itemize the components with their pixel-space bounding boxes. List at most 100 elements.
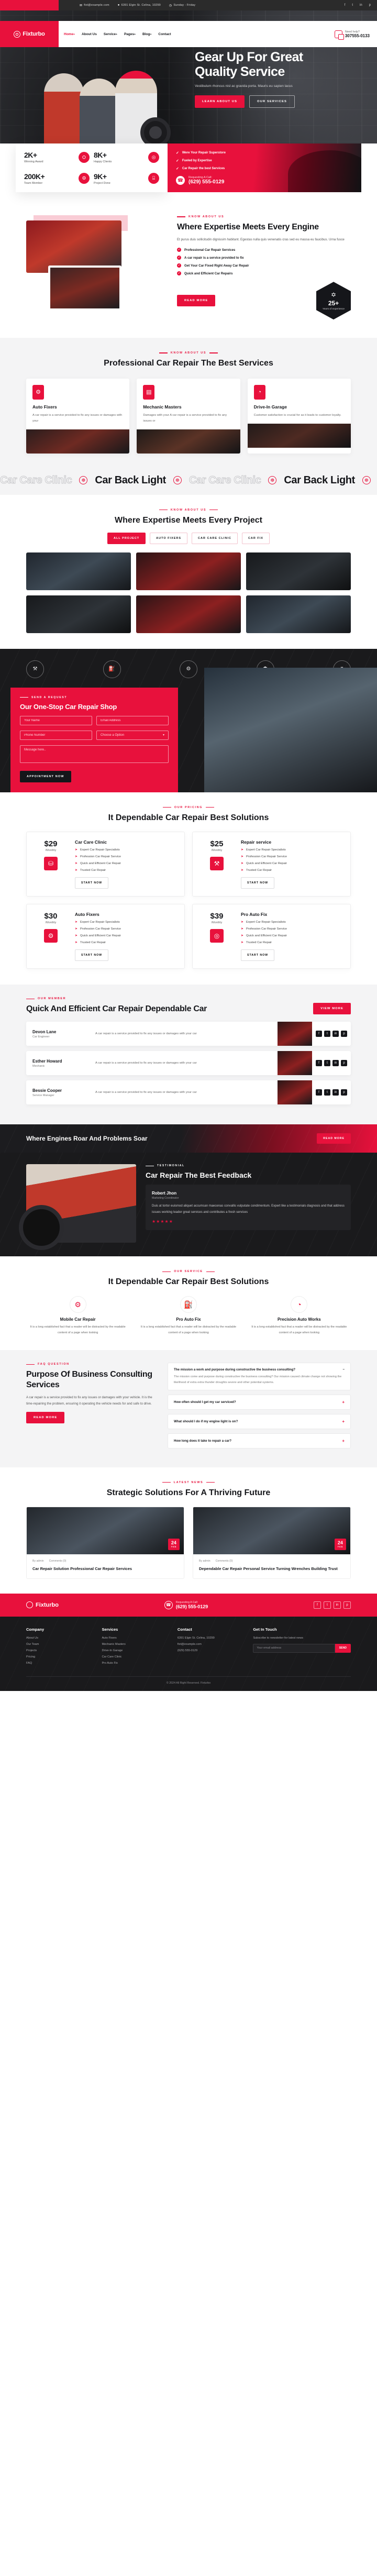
header-help[interactable]: Need help? 307555-0133 (334, 30, 370, 40)
nav-item-contact[interactable]: Contact (158, 32, 171, 36)
facebook-icon[interactable]: f (316, 1031, 322, 1037)
blog-meta: By admin Comments (0) (32, 1560, 178, 1563)
service-card[interactable]: ⚙ Auto Fixers A car repair is a service … (26, 378, 130, 454)
member-text: A car repair is a service provided to fi… (95, 1062, 197, 1065)
phone-input[interactable] (20, 730, 92, 740)
check-icon: ✓ (176, 159, 179, 163)
linkedin-icon[interactable]: in (332, 1089, 339, 1096)
footer-link[interactable]: FAQ (26, 1662, 91, 1665)
footer-link[interactable]: Pricing (26, 1655, 91, 1659)
linkedin-icon[interactable]: in (332, 1060, 339, 1067)
start-now-button[interactable]: START NOW (241, 949, 275, 961)
pinterest-icon[interactable]: p (369, 4, 371, 7)
linkedin-icon[interactable]: in (333, 1601, 341, 1609)
footer-logo[interactable]: Fixturbo (26, 1601, 59, 1609)
about-images (26, 215, 168, 320)
pinterest-icon[interactable]: p (341, 1089, 347, 1096)
newsletter-send-button[interactable]: SEND (335, 1643, 351, 1653)
blog-card[interactable]: 24 FEB By admin Comments (0) Dependable … (193, 1507, 351, 1579)
pinterest-icon[interactable]: p (343, 1601, 351, 1609)
nav-item-blog[interactable]: Blog+ (142, 32, 151, 36)
twitter-icon[interactable]: t (323, 1601, 331, 1609)
project-thumb[interactable] (246, 552, 351, 590)
project-thumb[interactable] (26, 552, 131, 590)
team-row[interactable]: Devon Lane Car Engineer A car repair is a… (26, 1022, 351, 1046)
main-nav: Home+ About Us Service+ Pages+ Blog+ Con… (64, 32, 171, 36)
footer-email[interactable]: fixt@example.com (178, 1643, 242, 1646)
message-textarea[interactable] (20, 745, 169, 763)
pricing-eyebrow-text: OUR PRICING (174, 805, 203, 809)
faq-item[interactable]: How long does it take to repair a car? + (168, 1433, 351, 1449)
view-more-button[interactable]: VIEW MORE (313, 1003, 351, 1015)
nav-item-pages[interactable]: Pages+ (124, 32, 136, 36)
topbar-email[interactable]: ✉ fixt@example.com (80, 4, 109, 7)
nav-item-home[interactable]: Home+ (64, 32, 75, 36)
solution-item[interactable]: ⛽ Pro Auto Fix It is a long established … (137, 1296, 240, 1335)
nav-item-about[interactable]: About Us (82, 32, 97, 36)
name-input[interactable] (20, 715, 92, 725)
linkedin-icon[interactable]: in (332, 1031, 339, 1037)
faq-item-open[interactable]: The mission a work and purpose during co… (168, 1363, 351, 1390)
option-select[interactable]: Choose a Option ▾ (96, 730, 169, 740)
nav-item-service[interactable]: Service+ (104, 32, 117, 36)
pinterest-icon[interactable]: p (341, 1031, 347, 1037)
twitter-icon[interactable]: t (352, 4, 353, 7)
appointment-now-button[interactable]: APPOINTMENT NOW (20, 770, 71, 782)
project-thumb[interactable] (246, 595, 351, 633)
footer-phone[interactable]: (629) 555-0129 (178, 1649, 242, 1652)
blog-meta: By admin Comments (0) (199, 1560, 345, 1563)
email-input[interactable] (96, 715, 169, 725)
team-title: Quick And Efficient Car Repair Dependabl… (26, 1004, 207, 1014)
faq-read-more-button[interactable]: READ MORE (26, 1411, 65, 1423)
blog-card[interactable]: 24 FEB By admin Comments (0) Car Repair … (26, 1507, 184, 1579)
project-thumb[interactable] (136, 552, 241, 590)
service-card[interactable]: ▤ Mechanic Masters Damages with your A c… (137, 378, 240, 454)
faq-item[interactable]: What should I do if my engine light is o… (168, 1413, 351, 1429)
twitter-icon[interactable]: t (324, 1060, 330, 1067)
footer-link[interactable]: Car Care Clinic (102, 1655, 167, 1659)
team-row[interactable]: Esther Howard Mechanic A car repair is a … (26, 1051, 351, 1076)
newsletter-email-input[interactable] (253, 1643, 335, 1653)
team-row[interactable]: Bessie Cooper Service Manager A car repai… (26, 1080, 351, 1105)
faq-item[interactable]: How often should I get my car serviced? + (168, 1394, 351, 1410)
twitter-icon[interactable]: t (324, 1089, 330, 1096)
footer-link[interactable]: Mechanic Masters (102, 1643, 167, 1646)
tab-car-fix[interactable]: CAR FIX (241, 532, 270, 544)
project-thumb[interactable] (136, 595, 241, 633)
start-now-button[interactable]: START NOW (75, 949, 109, 961)
start-now-button[interactable]: START NOW (241, 877, 275, 889)
solution-item[interactable]: ⚙ Mobile Car Repair It is a long establi… (26, 1296, 129, 1335)
our-services-button[interactable]: OUR SERVICES (249, 95, 295, 108)
pinterest-icon[interactable]: p (341, 1060, 347, 1067)
project-thumb[interactable] (26, 595, 131, 633)
tab-all-project[interactable]: ALL PROJECT (107, 532, 146, 544)
footer-call[interactable]: ☎ Requesting A Call: (629) 555-0129 (164, 1600, 208, 1609)
logo[interactable]: Fixturbo (0, 21, 59, 47)
linkedin-icon[interactable]: in (360, 4, 362, 7)
facebook-icon[interactable]: f (316, 1060, 322, 1067)
footer-link[interactable]: About Us (26, 1637, 91, 1640)
footer-link[interactable]: Pro Auto Fix (102, 1662, 167, 1665)
tab-auto-fixers[interactable]: AUTO FIXERS (150, 532, 188, 544)
dash-icon (20, 697, 28, 698)
tab-car-care-clinic[interactable]: CAR CARE CLINIC (192, 532, 238, 544)
footer-link[interactable]: Our Team (26, 1643, 91, 1646)
plan-feature: ➤ Quick and Efficient Car Repair (75, 861, 177, 866)
mechanic-photo (204, 667, 377, 792)
start-now-button[interactable]: START NOW (75, 877, 109, 889)
learn-about-us-button[interactable]: LEARN ABOUT US (195, 95, 245, 108)
twitter-icon[interactable]: t (324, 1031, 330, 1037)
service-card[interactable]: ◔ Drive-In Garage Customer satisfaction … (247, 378, 351, 454)
cta-read-more-button[interactable]: READ MORE (317, 1133, 351, 1144)
footer-link[interactable]: Auto Fixers (102, 1637, 167, 1640)
solution-item[interactable]: ◔ Precision Auto Works It is a long esta… (248, 1296, 351, 1335)
facebook-icon[interactable]: f (345, 4, 346, 7)
footer-link[interactable]: Drive-In Garage (102, 1649, 167, 1652)
faq-question: The mission a work and purpose during co… (174, 1368, 296, 1372)
footer-link[interactable]: Projects (26, 1649, 91, 1652)
nav-label-contact: Contact (158, 32, 171, 36)
facebook-icon[interactable]: f (313, 1601, 321, 1609)
facebook-icon[interactable]: f (316, 1089, 322, 1096)
about-read-more-button[interactable]: READ MORE (177, 295, 216, 307)
phone-icon: ☎ (164, 1600, 173, 1609)
